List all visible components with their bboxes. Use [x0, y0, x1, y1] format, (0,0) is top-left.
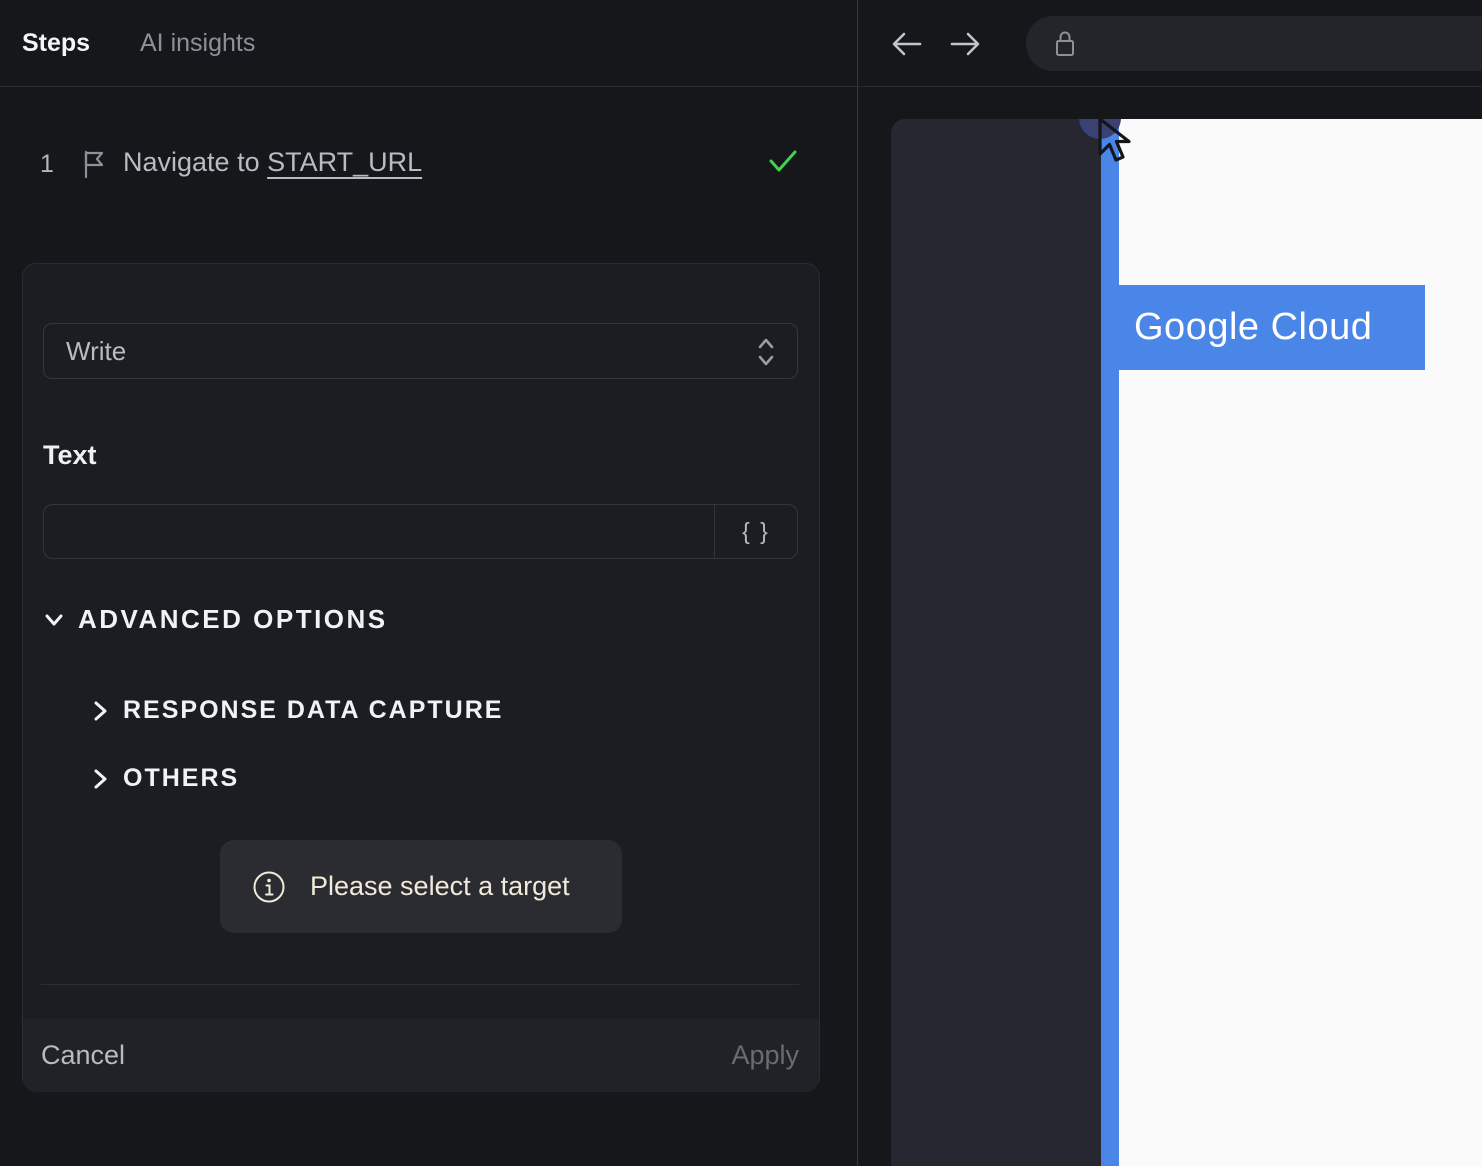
page-blue-stripe: [1101, 119, 1119, 1166]
text-field-label: Text: [43, 440, 97, 470]
others-toggle[interactable]: OTHERS: [91, 764, 239, 793]
forward-button[interactable]: [947, 28, 983, 60]
insert-variable-button[interactable]: { }: [714, 505, 797, 558]
editor-footer: Cancel Apply: [23, 1019, 819, 1092]
chevron-down-icon: [45, 614, 63, 625]
step-title: Navigate to START_URL: [123, 147, 423, 177]
step-number: 1: [40, 150, 54, 178]
url-bar[interactable]: [1026, 16, 1482, 71]
footer-divider: [41, 984, 799, 985]
chevron-right-icon: [94, 769, 107, 788]
check-icon: [766, 146, 800, 176]
advanced-options-toggle[interactable]: ADVANCED OPTIONS: [43, 604, 388, 635]
page-background: [1119, 119, 1482, 1166]
response-data-capture-toggle[interactable]: RESPONSE DATA CAPTURE: [91, 696, 503, 725]
lock-icon: [1053, 29, 1077, 59]
advanced-options-label: ADVANCED OPTIONS: [78, 604, 388, 634]
text-input[interactable]: [44, 505, 714, 558]
url-input[interactable]: [1091, 30, 1482, 57]
step-row[interactable]: 1 Navigate to START_URL: [0, 138, 857, 194]
text-input-group: { }: [43, 504, 798, 559]
cancel-button[interactable]: Cancel: [41, 1019, 125, 1092]
info-icon: [252, 870, 286, 904]
back-arrow-icon: [892, 32, 922, 56]
step-editor-card: Write Text { } ADVANCED OPTIONS RESPONSE…: [22, 263, 820, 1092]
steps-panel: Steps AI insights 1 Navigate to START_UR…: [0, 0, 857, 1166]
apply-button[interactable]: Apply: [731, 1019, 799, 1092]
start-url-link[interactable]: START_URL: [267, 147, 422, 177]
response-data-capture-label: RESPONSE DATA CAPTURE: [123, 696, 504, 724]
select-chevrons-icon: [755, 336, 777, 368]
flag-icon: [80, 149, 108, 179]
select-target-notice: Please select a target: [220, 840, 622, 933]
browser-toolbar: [858, 0, 1482, 87]
tab-ai-insights[interactable]: AI insights: [140, 0, 255, 87]
action-select-value: Write: [66, 336, 127, 366]
mouse-cursor-icon: [1095, 119, 1141, 168]
tab-steps[interactable]: Steps: [22, 0, 90, 87]
left-tabbar: Steps AI insights: [0, 0, 857, 87]
action-select[interactable]: Write: [43, 323, 798, 379]
target-highlight[interactable]: Google Cloud: [1118, 285, 1425, 370]
browser-panel: Google Cloud: [857, 0, 1482, 1166]
forward-arrow-icon: [950, 32, 980, 56]
browser-viewport[interactable]: Google Cloud: [891, 119, 1482, 1166]
others-label: OTHERS: [123, 764, 240, 792]
select-target-message: Please select a target: [310, 871, 570, 901]
chevron-right-icon: [94, 701, 107, 720]
back-button[interactable]: [889, 28, 925, 60]
